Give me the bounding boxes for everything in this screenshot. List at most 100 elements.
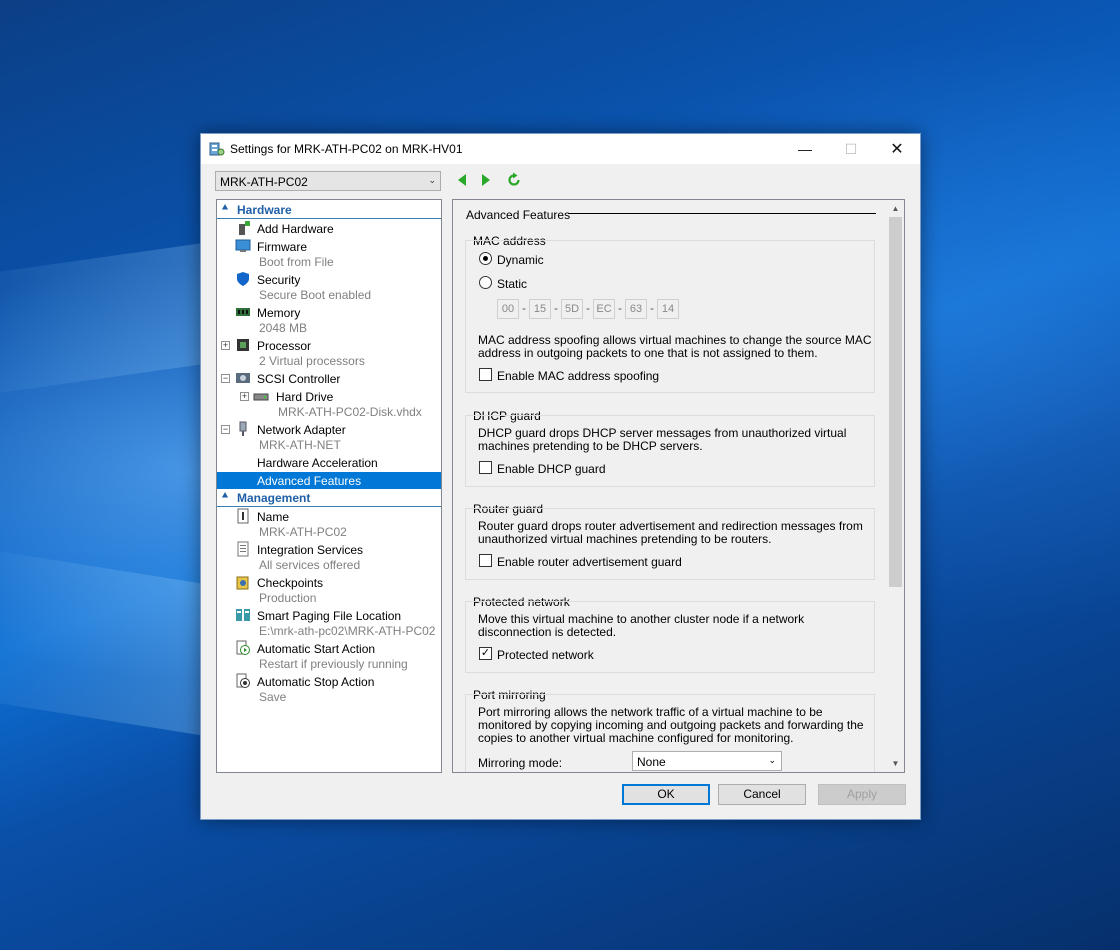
automatic-start-detail: Restart if previously running — [259, 657, 408, 671]
network-adapter-icon — [239, 421, 247, 436]
panel-title: Advanced Features — [466, 208, 571, 222]
dynamic-mac-radio[interactable] — [479, 252, 492, 265]
scroll-thumb[interactable] — [889, 217, 902, 587]
scroll-down-icon[interactable]: ▼ — [887, 755, 904, 772]
hard-drive-icon — [253, 393, 269, 401]
tree-item-firmware[interactable]: Firmware — [217, 238, 441, 255]
checkpoints-detail: Production — [259, 591, 317, 605]
smart-paging-detail: E:\mrk-ath-pc02\MRK-ATH-PC02 — [259, 624, 436, 638]
mirroring-mode-select[interactable]: None ⌄ — [632, 751, 782, 771]
mac-octet-4[interactable]: EC — [593, 299, 615, 319]
scsi-controller-icon — [236, 373, 250, 383]
apply-button[interactable]: Apply — [818, 784, 906, 805]
refresh-icon[interactable] — [506, 172, 522, 188]
name-tag-icon — [237, 508, 249, 524]
settings-tree[interactable]: ⯅ Hardware Add Hardware Firmware Boot fr… — [216, 199, 442, 773]
hyperv-settings-icon — [209, 142, 225, 156]
add-hardware-icon — [239, 221, 250, 235]
static-mac-radio[interactable] — [479, 276, 492, 289]
router-guard-description: Router guard drops router advertisement … — [478, 519, 863, 546]
dynamic-mac-label[interactable]: Dynamic — [497, 253, 544, 267]
processor-detail: 2 Virtual processors — [259, 354, 365, 368]
automatic-start-icon — [236, 640, 250, 655]
security-detail: Secure Boot enabled — [259, 288, 372, 302]
hard-drive-detail: MRK-ATH-PC02-Disk.vhdx — [278, 405, 422, 419]
mac-spoofing-checkbox[interactable] — [479, 368, 492, 381]
tree-item-integration-services[interactable]: Integration Services — [217, 541, 441, 558]
mirroring-mode-value: None — [637, 755, 666, 769]
router-guard-label[interactable]: Enable router advertisement guard — [497, 555, 682, 569]
dhcp-guard-label[interactable]: Enable DHCP guard — [497, 462, 606, 476]
mac-separator: - — [554, 301, 558, 315]
forward-arrow-icon[interactable] — [477, 172, 493, 188]
router-guard-checkbox[interactable] — [479, 554, 492, 567]
tree-item-checkpoints[interactable]: Checkpoints — [217, 574, 441, 591]
integration-services-icon — [237, 541, 249, 557]
memory-detail: 2048 MB — [259, 321, 308, 335]
chevron-down-icon: ⌄ — [768, 755, 776, 765]
tree-item-network-adapter[interactable]: Network Adapter — [217, 421, 441, 438]
vm-selector-value: MRK-ATH-PC02 — [220, 175, 308, 189]
processor-icon — [237, 339, 249, 351]
title-bar[interactable]: Settings for MRK-ATH-PC02 on MRK-HV01 — … — [201, 134, 920, 164]
dhcp-guard-checkbox[interactable] — [479, 461, 492, 474]
cancel-button[interactable]: Cancel — [718, 784, 806, 805]
tree-item-smart-paging-file-location[interactable]: Smart Paging File Location — [217, 607, 441, 624]
chevron-down-icon: ⌄ — [428, 175, 436, 185]
network-adapter-detail: MRK-ATH-NET — [259, 438, 341, 452]
hardware-section-header[interactable]: ⯅ Hardware — [217, 202, 441, 219]
mac-octet-3[interactable]: 5D — [561, 299, 583, 319]
dhcp-guard-description: DHCP guard drops DHCP server messages fr… — [478, 426, 847, 453]
checkpoints-icon — [236, 576, 249, 590]
maximize-button[interactable]: ☐ — [828, 134, 874, 164]
name-detail: MRK-ATH-PC02 — [259, 525, 347, 539]
tree-item-hard-drive[interactable]: Hard Drive — [217, 388, 441, 405]
tree-item-hardware-acceleration[interactable]: Hardware Acceleration — [217, 454, 441, 471]
tree-item-memory[interactable]: Memory — [217, 304, 441, 321]
mac-octet-2[interactable]: 15 — [529, 299, 551, 319]
mirroring-mode-label: Mirroring mode: — [478, 756, 563, 770]
tree-item-add-hardware[interactable]: Add Hardware — [217, 220, 441, 237]
radio-selected-dot — [483, 256, 488, 261]
shield-icon — [237, 272, 249, 286]
smart-paging-icon — [236, 609, 250, 621]
mac-octet-1[interactable]: 00 — [497, 299, 519, 319]
mac-octet-5[interactable]: 63 — [625, 299, 647, 319]
automatic-stop-icon — [236, 673, 250, 688]
collapse-icon[interactable]: ⯅ — [221, 203, 229, 214]
mac-spoofing-label[interactable]: Enable MAC address spoofing — [497, 369, 659, 383]
integration-services-detail: All services offered — [259, 558, 361, 572]
protected-network-checkbox[interactable]: ✓ — [479, 647, 492, 660]
mac-octet-6[interactable]: 14 — [657, 299, 679, 319]
protected-network-label[interactable]: Protected network — [497, 648, 594, 662]
settings-window: Settings for MRK-ATH-PC02 on MRK-HV01 — … — [200, 133, 921, 820]
back-arrow-icon[interactable] — [455, 172, 471, 188]
window-title: Settings for MRK-ATH-PC02 on MRK-HV01 — [230, 142, 463, 156]
tree-item-advanced-features[interactable]: Advanced Features — [217, 472, 441, 489]
close-button[interactable]: ✕ — [874, 134, 920, 164]
memory-chip-icon — [236, 308, 250, 316]
automatic-stop-detail: Save — [259, 690, 287, 704]
scroll-up-icon[interactable]: ▲ — [887, 200, 904, 217]
firmware-detail: Boot from File — [259, 255, 334, 269]
management-section-header[interactable]: ⯅ Management — [217, 490, 441, 507]
title-divider — [568, 213, 876, 214]
minimize-button[interactable]: — — [782, 134, 828, 164]
tree-item-automatic-start-action[interactable]: Automatic Start Action — [217, 640, 441, 657]
mac-separator: - — [650, 301, 654, 315]
mac-separator: - — [586, 301, 590, 315]
tree-item-name[interactable]: Name — [217, 508, 441, 525]
protected-network-description: Move this virtual machine to another clu… — [478, 612, 805, 639]
ok-button[interactable]: OK — [622, 784, 710, 805]
panel-scrollbar[interactable]: ▲ ▼ — [887, 200, 904, 772]
vm-selector[interactable]: MRK-ATH-PC02 ⌄ — [215, 171, 441, 191]
tree-item-automatic-stop-action[interactable]: Automatic Stop Action — [217, 673, 441, 690]
advanced-features-panel[interactable]: Advanced Features MAC address Dynamic St… — [452, 199, 905, 773]
port-mirroring-description: Port mirroring allows the network traffi… — [478, 705, 864, 745]
firmware-icon — [235, 239, 251, 252]
tree-item-scsi-controller[interactable]: SCSI Controller — [217, 370, 441, 387]
tree-item-security[interactable]: Security — [217, 271, 441, 288]
collapse-icon[interactable]: ⯅ — [221, 491, 229, 502]
static-mac-label[interactable]: Static — [497, 277, 527, 291]
tree-item-processor[interactable]: Processor — [217, 337, 441, 354]
